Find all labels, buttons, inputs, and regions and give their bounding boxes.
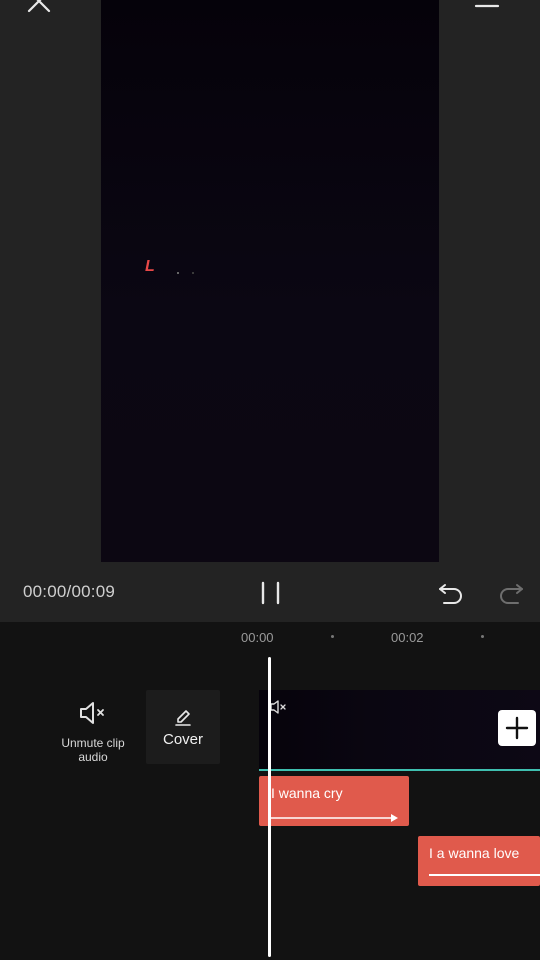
timecode: 00:00/00:09 xyxy=(23,582,116,601)
undo-icon xyxy=(439,584,462,604)
video-preview[interactable] xyxy=(101,0,439,562)
playhead[interactable] xyxy=(268,657,271,957)
preview-speck xyxy=(177,272,179,274)
text-clip-label: I a wanna love xyxy=(429,845,520,861)
redo-icon xyxy=(500,584,523,604)
text-clip[interactable]: I a wanna love xyxy=(418,836,540,886)
redo-button[interactable] xyxy=(496,578,526,608)
text-clip[interactable]: I wanna cry xyxy=(259,776,409,826)
plus-icon xyxy=(505,716,529,740)
pause-button[interactable] xyxy=(256,578,286,608)
undo-button[interactable] xyxy=(436,578,466,608)
preview-glyph: L xyxy=(145,258,155,275)
cover-button[interactable]: Cover xyxy=(146,690,220,764)
menu-icon[interactable] xyxy=(474,0,500,10)
add-clip-button[interactable] xyxy=(498,710,536,746)
text-clip-underline xyxy=(429,874,540,876)
clip-muted-icon xyxy=(269,699,289,715)
unmute-clip-audio-label: Unmute clip audio xyxy=(61,736,125,764)
text-clip-label: I wanna cry xyxy=(271,785,343,801)
arrow-right-icon xyxy=(269,810,399,822)
video-track-underline xyxy=(259,769,540,771)
edit-pencil-icon xyxy=(173,706,193,726)
cover-label: Cover xyxy=(162,731,203,748)
unmute-clip-audio-button[interactable]: Unmute clip audio xyxy=(50,696,136,770)
preview-speck xyxy=(192,272,194,274)
ruler-tick xyxy=(481,635,484,638)
ruler-label: 00:02 xyxy=(391,630,424,645)
close-icon[interactable] xyxy=(24,0,54,16)
speaker-mute-icon xyxy=(77,700,111,726)
ruler-tick xyxy=(331,635,334,638)
ruler-label: 00:00 xyxy=(241,630,274,645)
pause-icon xyxy=(261,581,280,605)
